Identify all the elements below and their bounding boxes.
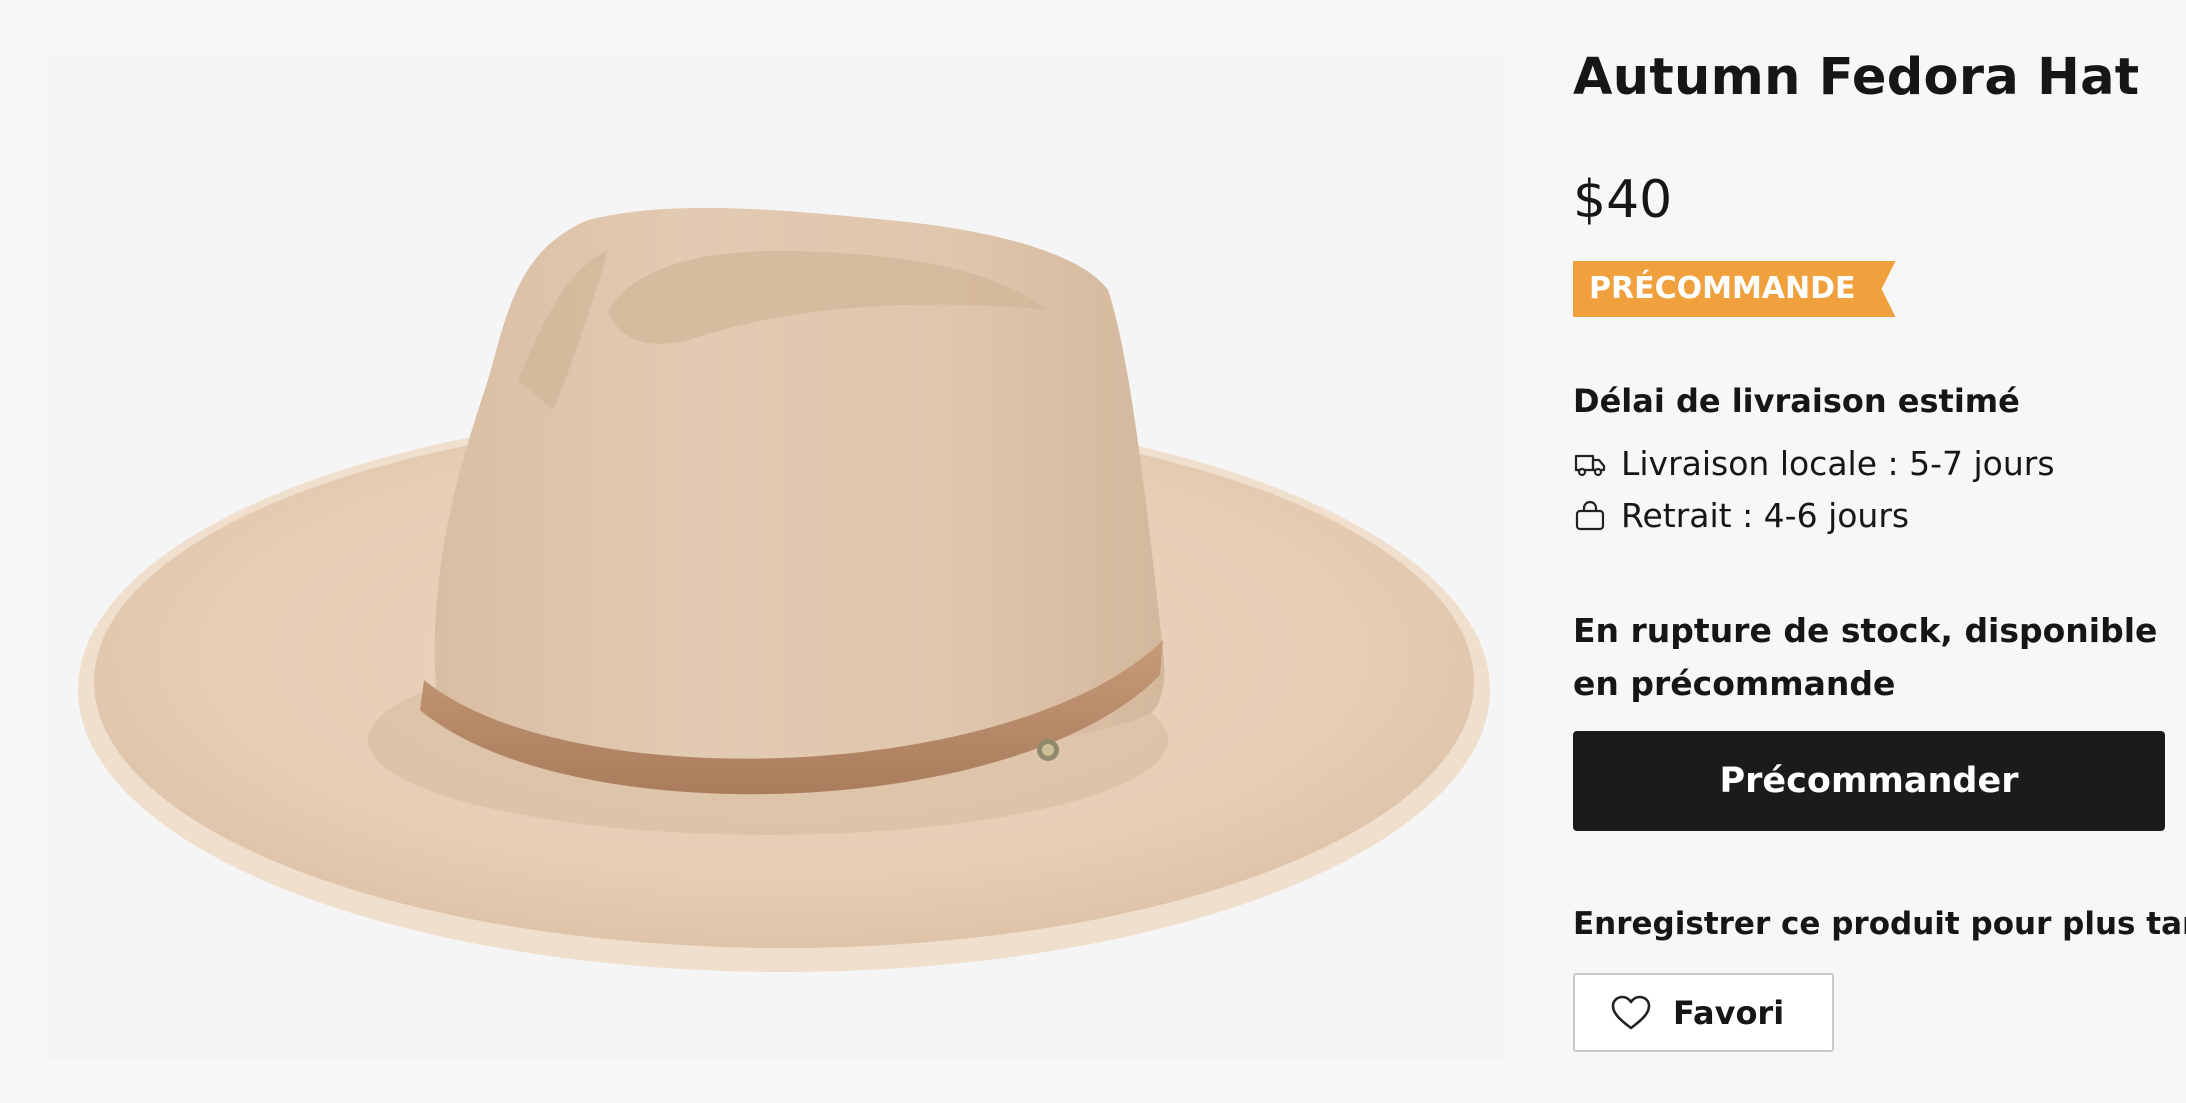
favorite-button[interactable]: Favori	[1573, 973, 1834, 1052]
truck-icon	[1573, 447, 1607, 481]
pickup-text: Retrait : 4-6 jours	[1621, 496, 1910, 535]
shopping-bag-icon	[1573, 499, 1607, 533]
pickup-row: Retrait : 4-6 jours	[1573, 496, 1909, 535]
local-delivery-row: Livraison locale : 5-7 jours	[1573, 444, 2055, 483]
stock-status-note: En rupture de stock, disponible en préco…	[1573, 611, 2158, 703]
delivery-estimate-heading: Délai de livraison estimé	[1573, 382, 2020, 420]
product-title: Autumn Fedora Hat	[1573, 48, 2140, 107]
product-image[interactable]	[48, 50, 1510, 1060]
fedora-hat-illustration	[78, 207, 1490, 972]
local-delivery-text: Livraison locale : 5-7 jours	[1621, 444, 2055, 483]
preorder-badge: PRÉCOMMANDE	[1573, 261, 1896, 317]
heart-icon	[1611, 995, 1651, 1031]
save-for-later-heading: Enregistrer ce produit pour plus tard	[1573, 906, 2186, 942]
favorite-label: Favori	[1673, 993, 1785, 1032]
product-page: Autumn Fedora Hat $40 PRÉCOMMANDE Délai …	[0, 0, 2186, 1103]
preorder-button[interactable]: Précommander	[1573, 731, 2165, 831]
product-price: $40	[1573, 170, 1673, 230]
